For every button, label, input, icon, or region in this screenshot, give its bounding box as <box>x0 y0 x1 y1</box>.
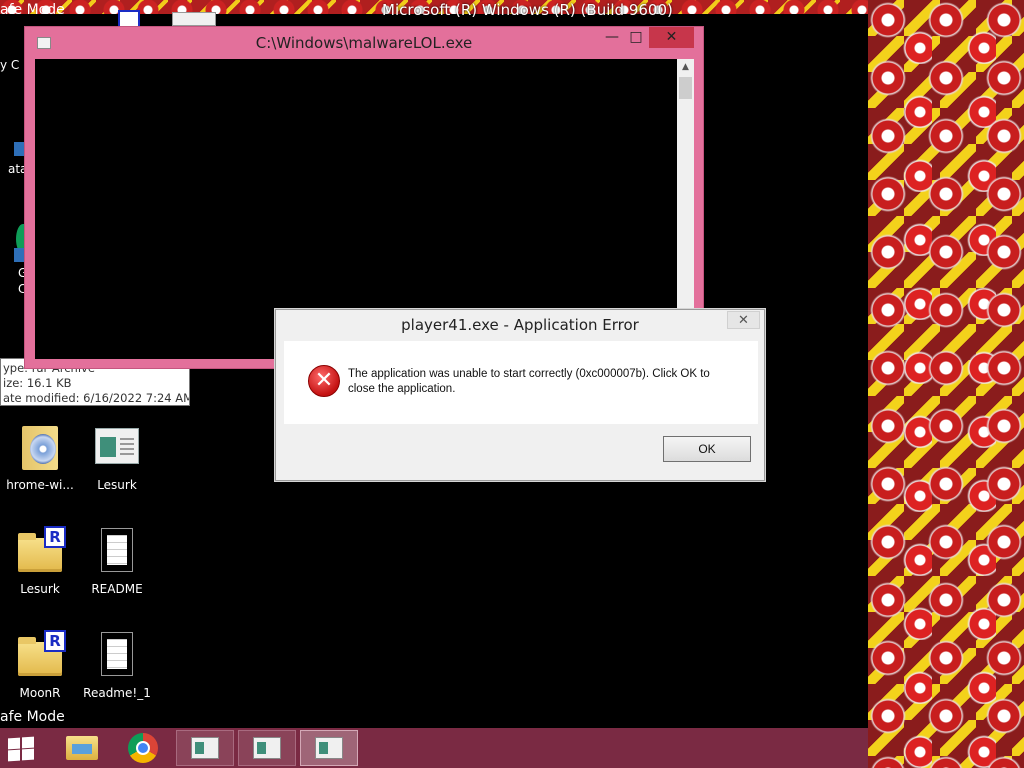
error-icon-flood <box>868 0 1024 768</box>
text-document-icon <box>101 528 133 572</box>
desktop-icon-label: Lesurk <box>20 582 60 596</box>
taskbar-window-2[interactable] <box>238 730 296 766</box>
desktop-icon-lesurk-app[interactable]: Lesurk <box>77 424 157 492</box>
tooltip-modified: ate modified: 6/16/2022 7:24 AM <box>3 391 189 405</box>
taskbar-file-explorer[interactable] <box>62 730 102 766</box>
safe-mode-label-bottom: afe Mode <box>0 709 65 725</box>
dialog-title: player41.exe - Application Error <box>401 316 639 334</box>
desktop-icon-label: hrome-wi... <box>6 478 74 492</box>
taskbar-chrome[interactable] <box>124 730 164 766</box>
window-icon <box>315 737 343 759</box>
tooltip-size: ize: 16.1 KB <box>3 376 72 390</box>
app-window-icon <box>95 428 139 464</box>
edge-label: y C <box>0 58 20 72</box>
desktop-icon-chrome-win[interactable]: hrome-wi... <box>0 424 80 492</box>
desktop-icon-moonr[interactable]: R MoonR <box>0 630 80 700</box>
desktop-icon-lesurk-folder[interactable]: R Lesurk <box>0 526 80 596</box>
text-document-icon <box>101 632 133 676</box>
app-window-icon[interactable] <box>172 12 216 26</box>
desktop-icon-label: Readme!_1 <box>83 686 151 700</box>
dvd-folder-icon <box>22 426 58 470</box>
desktop-icon-readme-1[interactable]: Readme!_1 <box>77 632 157 700</box>
chrome-icon <box>128 733 158 763</box>
desktop-icon-label: README <box>91 582 143 596</box>
scrollbar-thumb[interactable] <box>679 77 692 99</box>
safe-mode-label-top: afe Mode <box>0 2 65 18</box>
scroll-up-arrow-icon[interactable]: ▲ <box>677 59 694 76</box>
file-explorer-icon <box>66 736 98 760</box>
taskbar <box>0 728 868 768</box>
error-message: The application was unable to start corr… <box>348 368 710 395</box>
os-build-title: Microsoft (R) Windows (R) (Build 9600) <box>382 1 673 19</box>
desktop-icon-label: MoonR <box>19 686 61 700</box>
window-icon <box>253 737 281 759</box>
error-icon: ✕ <box>308 365 340 397</box>
winrar-badge-icon: R <box>44 630 66 652</box>
minimize-button[interactable]: — <box>601 27 623 48</box>
desktop-icon-label: Lesurk <box>97 478 137 492</box>
window-icon <box>191 737 219 759</box>
start-icon[interactable] <box>8 736 38 762</box>
ok-button[interactable]: OK <box>663 436 751 462</box>
desktop-icon-readme[interactable]: README <box>77 528 157 596</box>
dialog-body: ✕ The application was unable to start co… <box>284 341 758 424</box>
close-button[interactable]: ✕ <box>649 27 694 48</box>
maximize-button[interactable]: □ <box>625 27 647 48</box>
dialog-close-button[interactable]: ✕ <box>727 311 760 329</box>
taskbar-window-3[interactable] <box>300 730 358 766</box>
application-error-dialog[interactable]: player41.exe - Application Error ✕ ✕ The… <box>275 309 765 481</box>
taskbar-window-1[interactable] <box>176 730 234 766</box>
winrar-badge-icon: R <box>44 526 66 548</box>
